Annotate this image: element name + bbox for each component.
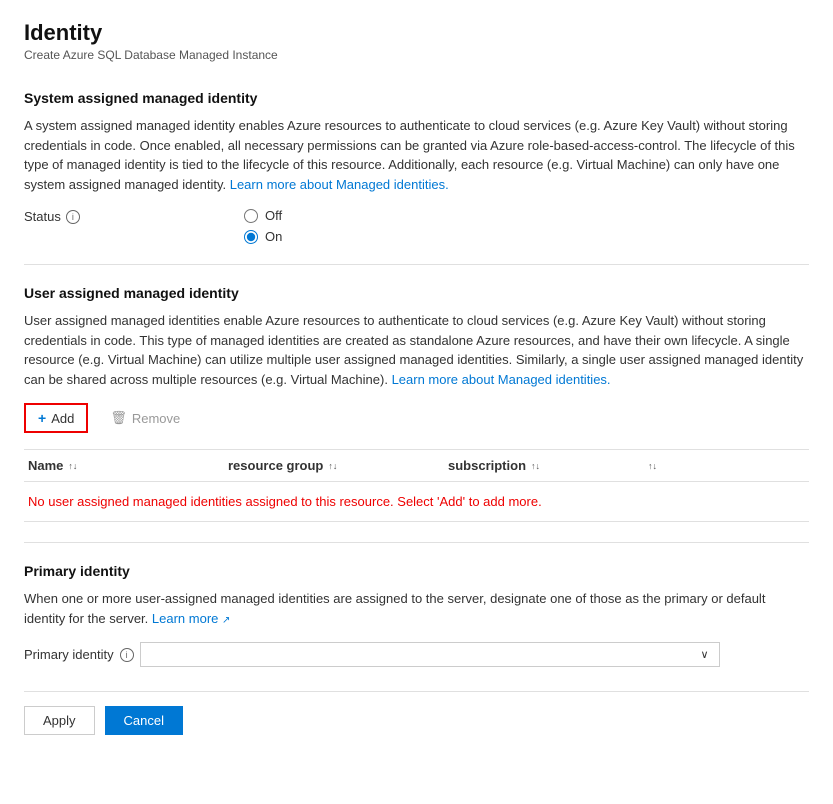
sort-name-icon[interactable]: ↑↓ [68, 461, 77, 471]
system-assigned-learn-more-link[interactable]: Learn more about Managed identities. [230, 177, 449, 192]
table-empty-message: No user assigned managed identities assi… [24, 482, 809, 521]
page-subtitle: Create Azure SQL Database Managed Instan… [24, 48, 809, 62]
status-label: Status i [24, 208, 244, 224]
primary-identity-dropdown[interactable]: ∨ [140, 642, 720, 667]
col-name: Name ↑↓ [24, 456, 224, 475]
divider-1 [24, 264, 809, 265]
trash-icon: 🗑 [110, 410, 127, 426]
divider-2 [24, 542, 809, 543]
col-resource-group: resource group ↑↓ [224, 456, 444, 475]
system-assigned-description: A system assigned managed identity enabl… [24, 116, 809, 194]
radio-off-input[interactable] [244, 209, 258, 223]
primary-identity-section: Primary identity When one or more user-a… [24, 563, 809, 667]
add-remove-row: + Add 🗑 Remove [24, 403, 809, 433]
col-extra: ↑↓ [644, 456, 704, 475]
user-assigned-description: User assigned managed identities enable … [24, 311, 809, 389]
primary-identity-description: When one or more user-assigned managed i… [24, 589, 809, 628]
col-subscription: subscription ↑↓ [444, 456, 644, 475]
radio-on-input[interactable] [244, 230, 258, 244]
system-assigned-heading: System assigned managed identity [24, 90, 809, 106]
sort-sub-icon[interactable]: ↑↓ [531, 461, 540, 471]
user-assigned-table: Name ↑↓ resource group ↑↓ subscription ↑… [24, 449, 809, 522]
user-assigned-heading: User assigned managed identity [24, 285, 809, 301]
apply-button[interactable]: Apply [24, 706, 95, 735]
radio-on-label: On [265, 229, 282, 244]
cancel-button[interactable]: Cancel [105, 706, 183, 735]
primary-identity-info-icon[interactable]: i [120, 648, 134, 662]
add-button-label: Add [51, 411, 74, 426]
user-assigned-learn-more-link[interactable]: Learn more about Managed identities. [392, 372, 611, 387]
remove-button[interactable]: 🗑 Remove [100, 405, 190, 431]
primary-identity-heading: Primary identity [24, 563, 809, 579]
page-title: Identity [24, 20, 809, 46]
status-row: Status i Off On [24, 208, 809, 244]
system-assigned-section: System assigned managed identity A syste… [24, 90, 809, 244]
external-link-icon: ↗ [222, 615, 230, 626]
add-button[interactable]: + Add [24, 403, 88, 433]
radio-on-option[interactable]: On [244, 229, 282, 244]
primary-identity-learn-more-link[interactable]: Learn more ↗ [152, 611, 231, 626]
user-assigned-section: User assigned managed identity User assi… [24, 285, 809, 522]
footer-buttons: Apply Cancel [24, 691, 809, 735]
sort-extra-icon[interactable]: ↑↓ [648, 461, 657, 471]
table-header: Name ↑↓ resource group ↑↓ subscription ↑… [24, 450, 809, 482]
primary-identity-label: Primary identity [24, 647, 114, 662]
chevron-down-icon: ∨ [701, 648, 709, 661]
remove-button-label: Remove [132, 411, 180, 426]
primary-identity-label-row: Primary identity i ∨ [24, 642, 809, 667]
radio-off-label: Off [265, 208, 282, 223]
plus-icon: + [38, 410, 46, 426]
sort-rg-icon[interactable]: ↑↓ [328, 461, 337, 471]
radio-off-option[interactable]: Off [244, 208, 282, 223]
status-info-icon[interactable]: i [66, 210, 80, 224]
status-radio-group: Off On [244, 208, 282, 244]
